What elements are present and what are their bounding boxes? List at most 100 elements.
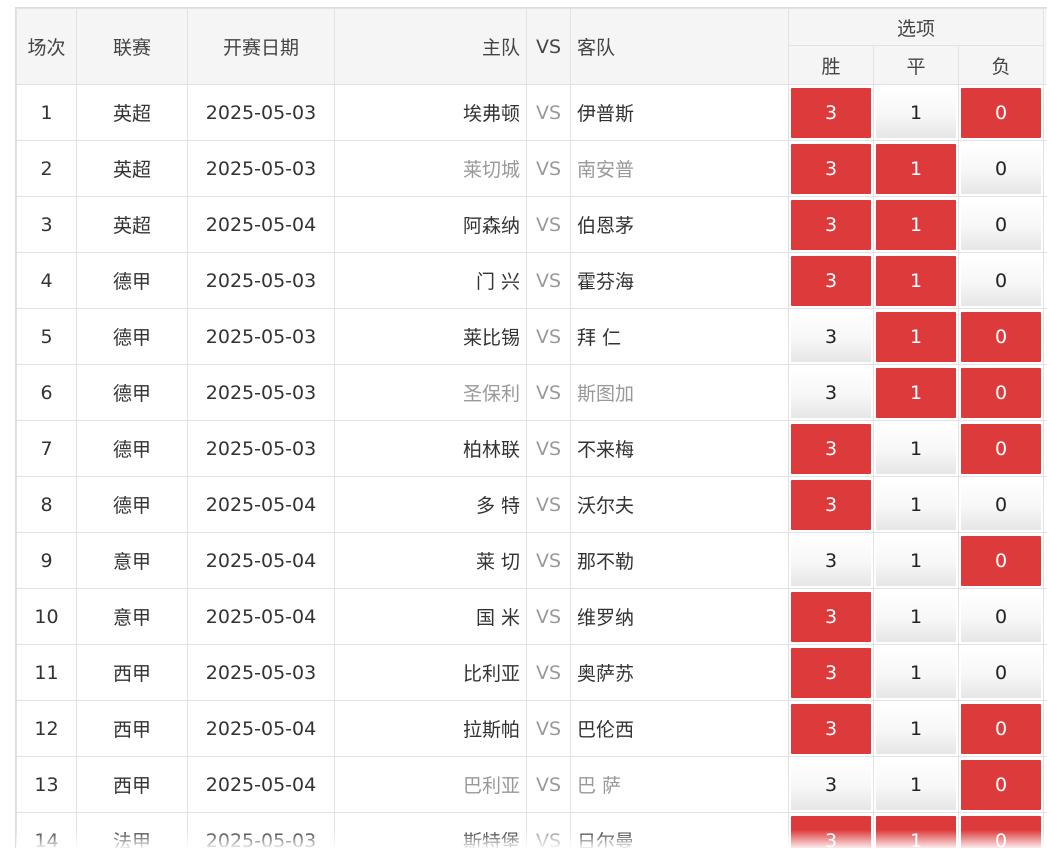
row-scroll-gap	[1043, 420, 1047, 477]
lose-cell: 0	[957, 644, 1045, 701]
row-away-team: 拜 仁	[570, 308, 789, 365]
row-date: 2025-05-04	[187, 756, 335, 813]
option-draw-button[interactable]: 1	[876, 535, 956, 586]
option-win-button[interactable]: 3	[791, 591, 871, 642]
option-lose-button[interactable]: 0	[961, 647, 1042, 698]
row-league: 法甲	[76, 812, 188, 848]
option-draw-button[interactable]: 1	[876, 759, 956, 810]
row-away-team: 那不勒	[570, 532, 789, 589]
option-draw-button[interactable]: 1	[876, 255, 956, 306]
option-draw-button[interactable]: 1	[876, 703, 956, 754]
row-index: 6	[16, 364, 77, 421]
row-index: 9	[16, 532, 77, 589]
option-win-button[interactable]: 3	[791, 647, 871, 698]
option-draw-button[interactable]: 1	[876, 87, 956, 138]
win-cell: 3	[788, 476, 874, 533]
row-away-team: 不来梅	[570, 420, 789, 477]
option-win-button[interactable]: 3	[791, 199, 871, 250]
row-away-team: 巴伦西	[570, 700, 789, 757]
header-away: 客队	[570, 8, 789, 85]
option-lose-button[interactable]: 0	[961, 479, 1042, 530]
option-win-button[interactable]: 3	[791, 311, 871, 362]
option-lose-button[interactable]: 0	[961, 311, 1042, 362]
option-lose-button[interactable]: 0	[961, 423, 1042, 474]
option-draw-button[interactable]: 1	[876, 479, 956, 530]
option-win-button[interactable]: 3	[791, 87, 871, 138]
lose-cell: 0	[957, 364, 1045, 421]
row-vs: VS	[526, 812, 571, 848]
option-win-button[interactable]: 3	[791, 367, 871, 418]
row-league: 英超	[76, 84, 188, 141]
row-date: 2025-05-03	[187, 812, 335, 848]
row-league: 德甲	[76, 308, 188, 365]
lose-cell: 0	[957, 420, 1045, 477]
win-cell: 3	[788, 532, 874, 589]
option-lose-button[interactable]: 0	[961, 535, 1042, 586]
option-draw-button[interactable]: 1	[876, 199, 956, 250]
option-win-button[interactable]: 3	[791, 255, 871, 306]
row-date: 2025-05-04	[187, 700, 335, 757]
draw-cell: 1	[873, 756, 959, 813]
option-draw-button[interactable]: 1	[876, 367, 956, 418]
option-win-button[interactable]: 3	[791, 423, 871, 474]
option-draw-button[interactable]: 1	[876, 647, 956, 698]
option-draw-button[interactable]: 1	[876, 143, 956, 194]
lose-cell: 0	[957, 700, 1045, 757]
row-scroll-gap	[1043, 84, 1047, 141]
draw-cell: 1	[873, 644, 959, 701]
option-draw-button[interactable]: 1	[876, 815, 956, 848]
lose-cell: 0	[957, 140, 1045, 197]
option-lose-button[interactable]: 0	[961, 255, 1042, 306]
row-vs: VS	[526, 196, 571, 253]
option-win-button[interactable]: 3	[791, 143, 871, 194]
win-cell: 3	[788, 84, 874, 141]
row-index: 10	[16, 588, 77, 645]
table-row: 7 德甲 2025-05-03 柏林联 VS 不来梅 3 1 0	[16, 420, 1047, 477]
row-away-team: 伯恩茅	[570, 196, 789, 253]
row-date: 2025-05-04	[187, 532, 335, 589]
row-home-team: 埃弗顿	[334, 84, 527, 141]
option-lose-button[interactable]: 0	[961, 367, 1042, 418]
header-index: 场次	[16, 8, 77, 85]
row-home-team: 莱切城	[334, 140, 527, 197]
option-lose-button[interactable]: 0	[961, 759, 1042, 810]
draw-cell: 1	[873, 476, 959, 533]
row-scroll-gap	[1043, 812, 1047, 848]
header-options: 选项	[787, 8, 1045, 46]
option-win-button[interactable]: 3	[791, 479, 871, 530]
option-lose-button[interactable]: 0	[961, 143, 1042, 194]
row-league: 英超	[76, 196, 188, 253]
option-lose-button[interactable]: 0	[961, 87, 1042, 138]
row-home-team: 莱 切	[334, 532, 527, 589]
draw-cell: 1	[873, 420, 959, 477]
table-row: 3 英超 2025-05-04 阿森纳 VS 伯恩茅 3 1 0	[16, 196, 1047, 253]
header-vs: VS	[526, 8, 571, 85]
row-vs: VS	[526, 420, 571, 477]
option-draw-button[interactable]: 1	[876, 591, 956, 642]
row-home-team: 巴利亚	[334, 756, 527, 813]
option-lose-button[interactable]: 0	[961, 199, 1042, 250]
draw-cell: 1	[873, 588, 959, 645]
option-draw-button[interactable]: 1	[876, 311, 956, 362]
row-index: 8	[16, 476, 77, 533]
option-win-button[interactable]: 3	[791, 815, 871, 848]
row-scroll-gap	[1043, 756, 1047, 813]
option-win-button[interactable]: 3	[791, 759, 871, 810]
win-cell: 3	[788, 252, 874, 309]
option-win-button[interactable]: 3	[791, 535, 871, 586]
lose-cell: 0	[957, 252, 1045, 309]
table-row: 1 英超 2025-05-03 埃弗顿 VS 伊普斯 3 1 0	[16, 84, 1047, 141]
table-row: 2 英超 2025-05-03 莱切城 VS 南安普 3 1 0	[16, 140, 1047, 197]
lose-cell: 0	[957, 196, 1045, 253]
table-row: 4 德甲 2025-05-03 门 兴 VS 霍芬海 3 1 0	[16, 252, 1047, 309]
header-lose: 负	[957, 45, 1045, 85]
option-lose-button[interactable]: 0	[961, 703, 1042, 754]
match-table-container: 场次 联赛 开赛日期 主队 VS 客队 选项 胜 平 负 1 英超 2025-05-…	[15, 7, 1047, 848]
row-away-team: 南安普	[570, 140, 789, 197]
option-lose-button[interactable]: 0	[961, 591, 1042, 642]
row-index: 14	[16, 812, 77, 848]
win-cell: 3	[788, 196, 874, 253]
option-lose-button[interactable]: 0	[961, 815, 1042, 848]
option-win-button[interactable]: 3	[791, 703, 871, 754]
option-draw-button[interactable]: 1	[876, 423, 956, 474]
